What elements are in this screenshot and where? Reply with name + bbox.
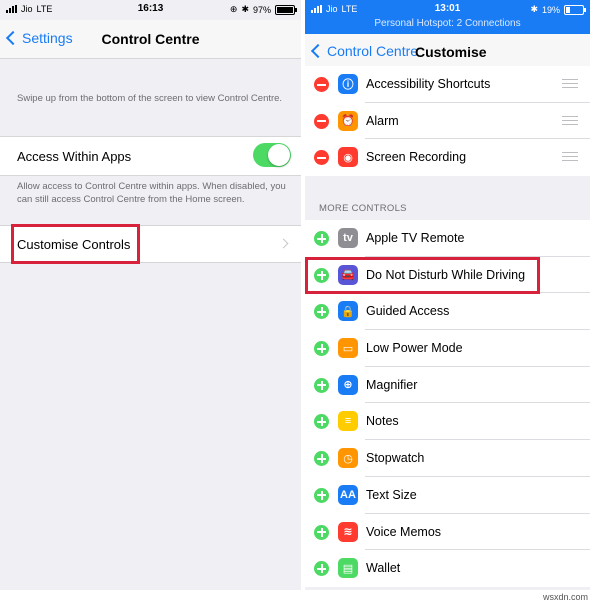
add-control-button[interactable]	[314, 304, 329, 320]
control-label: Alarm	[366, 113, 399, 128]
control-label: Screen Recording	[366, 150, 467, 165]
access-note: Allow access to Control Centre within ap…	[17, 181, 286, 205]
access-within-apps-row: Access Within Apps	[0, 136, 301, 176]
customise-screen: Jio LTE 13:01 ✱ 19% Personal Hotspot: 2 …	[305, 0, 590, 590]
access-within-apps-toggle[interactable]	[253, 143, 291, 167]
control-row: ▭ Low Power Mode	[305, 330, 590, 367]
chevron-right-icon	[278, 238, 289, 249]
back-button[interactable]: Control Centre	[310, 43, 419, 59]
watermark: wsxdn.com	[542, 592, 588, 602]
magnifier-icon: ⊕	[338, 374, 358, 395]
control-row: ◷ Stopwatch	[305, 440, 590, 477]
control-row: ⊕ Magnifier	[305, 367, 590, 404]
control-row: AA Text Size	[305, 477, 590, 514]
add-control-button[interactable]	[314, 561, 329, 577]
control-row: ◉ Screen Recording	[305, 139, 590, 176]
control-row: ≋ Voice Memos	[305, 514, 590, 551]
back-label: Control Centre	[327, 43, 419, 59]
reorder-handle-icon[interactable]	[562, 152, 578, 162]
battery-icon	[275, 4, 297, 15]
control-row: ⓘ Accessibility Shortcuts	[305, 66, 590, 103]
orientation-lock-icon: ⊕	[229, 4, 238, 14]
page-title: Control Centre	[101, 31, 200, 47]
add-control-button[interactable]	[314, 524, 329, 540]
wallet-icon: ▤	[338, 558, 358, 579]
lock-icon: 🔒	[338, 301, 358, 322]
record-icon: ◉	[338, 147, 358, 168]
control-label: Notes	[366, 414, 399, 429]
status-bar-hotspot: Jio LTE 13:01 ✱ 19%	[305, 0, 590, 18]
notes-icon: ≡	[338, 411, 358, 432]
battery-percent: 97%	[252, 4, 271, 15]
navigation-bar: Settings Control Centre	[0, 20, 301, 59]
control-centre-screen: Jio LTE 16:13 ⊕ ✱ 97% Settings Control C…	[0, 0, 301, 590]
control-label: Accessibility Shortcuts	[366, 77, 491, 91]
control-row: 🔒 Guided Access	[305, 293, 590, 331]
battery-icon: ▭	[338, 338, 358, 359]
control-label: Voice Memos	[366, 524, 442, 539]
control-row: ▤ Wallet	[305, 550, 590, 587]
text-size-icon: AA	[338, 484, 358, 505]
control-label: Guided Access	[366, 304, 450, 319]
control-row: ≡ Notes	[305, 403, 590, 441]
add-control-button[interactable]	[314, 377, 329, 393]
battery-percent: 19%	[541, 4, 560, 15]
voice-memo-icon: ≋	[338, 521, 358, 542]
add-control-button[interactable]	[314, 487, 329, 503]
status-bar: Jio LTE 16:13 ⊕ ✱ 97%	[0, 0, 301, 18]
control-label: Text Size	[366, 487, 417, 502]
included-controls-list: ⓘ Accessibility Shortcuts ⏰ Alarm ◉ Screen Re…	[305, 66, 590, 177]
tv-remote-icon: tv	[338, 228, 358, 248]
alarm-clock-icon: ⏰	[338, 110, 358, 131]
hotspot-banner[interactable]: Personal Hotspot: 2 Connections	[305, 18, 590, 29]
add-control-button[interactable]	[314, 414, 329, 430]
control-label: Low Power Mode	[366, 341, 463, 356]
control-label: Wallet	[366, 561, 401, 576]
control-label: Stopwatch	[366, 451, 425, 466]
battery-icon	[564, 4, 586, 15]
access-within-apps-label: Access Within Apps	[17, 149, 132, 164]
remove-control-button[interactable]	[314, 113, 329, 129]
highlight-box	[305, 257, 540, 294]
add-control-button[interactable]	[314, 341, 329, 357]
accessibility-icon: ⓘ	[338, 74, 358, 94]
control-row: tv Apple TV Remote	[305, 220, 590, 257]
remove-control-button[interactable]	[314, 150, 329, 166]
more-controls-header: MORE CONTROLS	[319, 203, 407, 214]
page-title: Customise	[415, 44, 487, 60]
chevron-left-icon	[310, 43, 326, 59]
control-label: Apple TV Remote	[366, 231, 465, 245]
add-control-button[interactable]	[314, 451, 329, 467]
swipe-note: Swipe up from the bottom of the screen t…	[17, 93, 283, 104]
stopwatch-icon: ◷	[338, 448, 358, 469]
highlight-box	[11, 224, 140, 264]
control-row: ⏰ Alarm	[305, 103, 590, 140]
reorder-handle-icon[interactable]	[562, 115, 578, 125]
control-label: Magnifier	[366, 377, 418, 392]
remove-control-button[interactable]	[314, 77, 329, 92]
add-control-button[interactable]	[314, 231, 329, 246]
bluetooth-icon: ✱	[530, 4, 538, 14]
reorder-handle-icon[interactable]	[562, 79, 578, 88]
bluetooth-icon: ✱	[241, 4, 249, 14]
